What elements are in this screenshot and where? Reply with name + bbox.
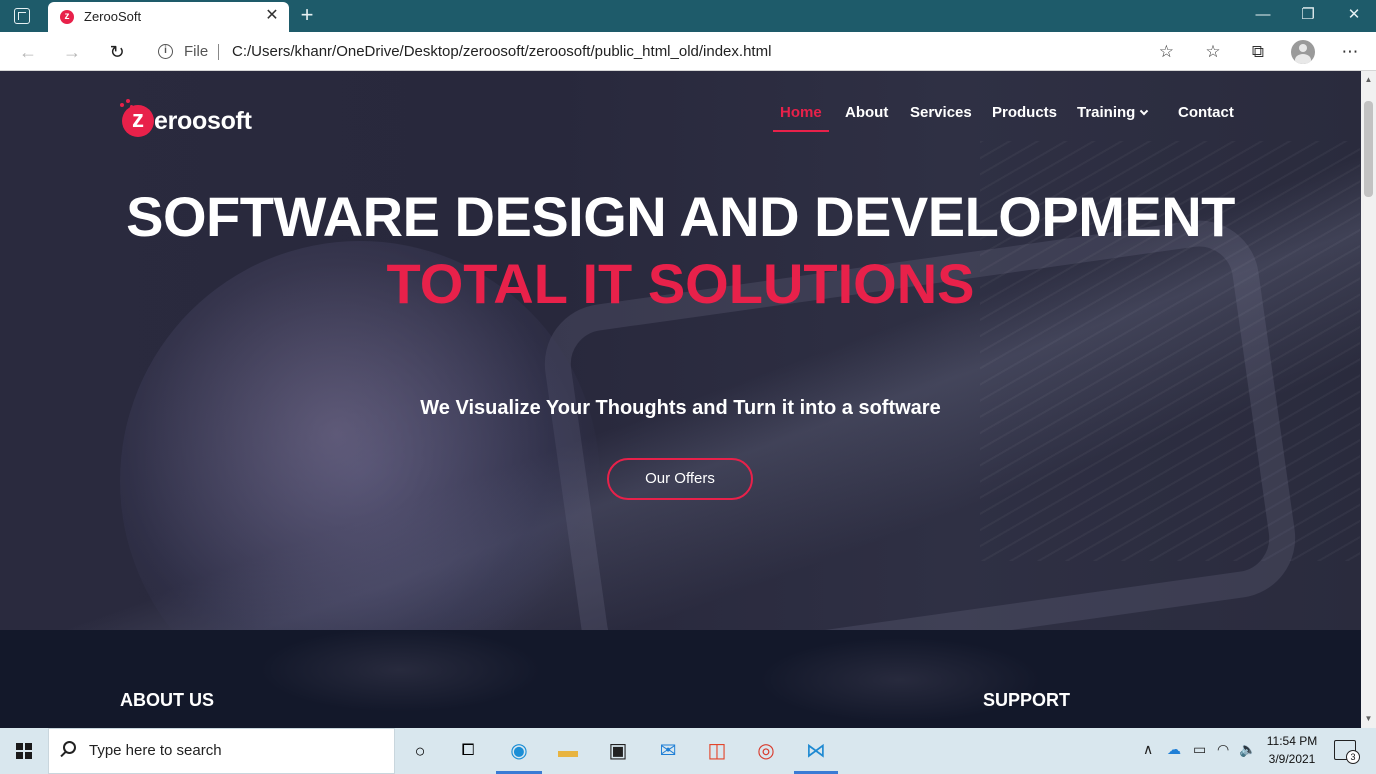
nav-training-label: Training	[1077, 104, 1136, 121]
windows-logo-icon	[16, 743, 32, 759]
nav-products[interactable]: Products	[992, 104, 1057, 121]
clock-time: 11:54 PM	[1266, 734, 1318, 748]
forward-icon[interactable]: →	[58, 38, 86, 66]
browser-tab-bar: z ZerooSoft ✕ + — ❐ ✕	[0, 0, 1376, 32]
volume-icon[interactable]: 🔈	[1239, 741, 1256, 758]
footer-section: ABOUT US SUPPORT	[0, 630, 1361, 728]
address-separator	[218, 44, 219, 60]
nav-about[interactable]: About	[845, 104, 888, 121]
restore-icon[interactable]: ❐	[1285, 0, 1331, 32]
logo-mark: z	[122, 105, 154, 137]
notification-count-badge: 3	[1346, 750, 1360, 764]
info-icon[interactable]: i	[158, 44, 173, 59]
nav-home[interactable]: Home	[780, 104, 822, 121]
new-tab-icon[interactable]: +	[296, 4, 318, 26]
task-view-icon[interactable]: ⧠	[451, 734, 485, 768]
profile-avatar-icon[interactable]	[1291, 40, 1315, 64]
nav-active-indicator	[773, 130, 829, 132]
onedrive-icon[interactable]: ☁	[1167, 741, 1181, 758]
vscode-icon[interactable]: ⋈	[799, 734, 833, 768]
battery-icon[interactable]: ▭	[1193, 741, 1206, 758]
add-favorite-icon[interactable]: ☆	[1159, 42, 1174, 62]
tab-actions-icon[interactable]	[14, 8, 30, 24]
nav-contact[interactable]: Contact	[1178, 104, 1234, 121]
our-offers-button[interactable]: Our Offers	[607, 458, 753, 500]
favorites-icon[interactable]: ☆	[1199, 38, 1227, 66]
browser-toolbar: ← → ↻ i File C:/Users/khanr/OneDrive/Des…	[0, 32, 1376, 71]
page-viewport: z eroosoft Home About Services Products …	[0, 71, 1361, 728]
minimize-icon[interactable]: —	[1240, 0, 1286, 32]
clock-date: 3/9/2021	[1268, 752, 1316, 766]
support-heading: SUPPORT	[983, 690, 1071, 710]
taskbar-search[interactable]: Type here to search	[48, 728, 395, 774]
start-button[interactable]	[0, 728, 48, 774]
file-explorer-icon[interactable]: ▬	[551, 734, 585, 768]
wifi-icon[interactable]: ◠	[1217, 741, 1229, 758]
window-close-icon[interactable]: ✕	[1331, 0, 1376, 32]
office-icon[interactable]: ◫	[700, 734, 734, 768]
refresh-icon[interactable]: ↻	[103, 38, 131, 66]
show-hidden-icons-chevron-icon[interactable]: ∧	[1143, 741, 1153, 758]
hero-section: z eroosoft Home About Services Products …	[0, 71, 1361, 721]
scroll-down-icon[interactable]: ▼	[1364, 714, 1373, 723]
file-label: File	[184, 43, 209, 60]
tab-close-icon[interactable]: ✕	[263, 7, 281, 25]
search-icon	[63, 741, 76, 754]
hero-title: SOFTWARE DESIGN AND DEVELOPMENT	[126, 185, 1235, 248]
store-icon[interactable]: ▣	[601, 734, 635, 768]
chrome-icon[interactable]: ◎	[749, 734, 783, 768]
zeroosoft-favicon-icon: z	[60, 10, 74, 24]
taskbar-clock[interactable]: 11:54 PM 3/9/2021	[1262, 732, 1322, 768]
collections-icon[interactable]: ⧉	[1244, 38, 1272, 66]
more-menu-icon[interactable]: ⋯	[1336, 38, 1364, 66]
chevron-down-icon	[1140, 106, 1149, 116]
scroll-thumb[interactable]	[1364, 101, 1373, 197]
url-text[interactable]: C:/Users/khanr/OneDrive/Desktop/zeroosof…	[232, 43, 771, 60]
windows-taskbar: Type here to search ○ ⧠ ◉ ▬ ▣ ✉ ◫ ◎ ⋈ ∧ …	[0, 728, 1376, 774]
cortana-icon[interactable]: ○	[403, 734, 437, 768]
taskbar-search-placeholder: Type here to search	[89, 742, 222, 759]
nav-services[interactable]: Services	[910, 104, 972, 121]
hero-subtitle: TOTAL IT SOLUTIONS	[386, 252, 975, 315]
hero-tagline: We Visualize Your Thoughts and Turn it i…	[420, 397, 941, 419]
edge-icon[interactable]: ◉	[502, 734, 536, 768]
about-us-heading: ABOUT US	[120, 690, 214, 710]
back-icon[interactable]: ←	[14, 38, 42, 66]
address-bar[interactable]: i File C:/Users/khanr/OneDrive/Desktop/z…	[146, 36, 1184, 67]
tab-title: ZerooSoft	[84, 9, 142, 24]
mail-icon[interactable]: ✉	[651, 734, 685, 768]
page-scrollbar[interactable]: ▲ ▼	[1361, 71, 1376, 728]
logo-text: eroosoft	[154, 107, 252, 135]
browser-tab[interactable]: z ZerooSoft ✕	[48, 2, 289, 32]
scroll-up-icon[interactable]: ▲	[1364, 75, 1373, 84]
nav-training[interactable]: Training	[1077, 104, 1149, 121]
